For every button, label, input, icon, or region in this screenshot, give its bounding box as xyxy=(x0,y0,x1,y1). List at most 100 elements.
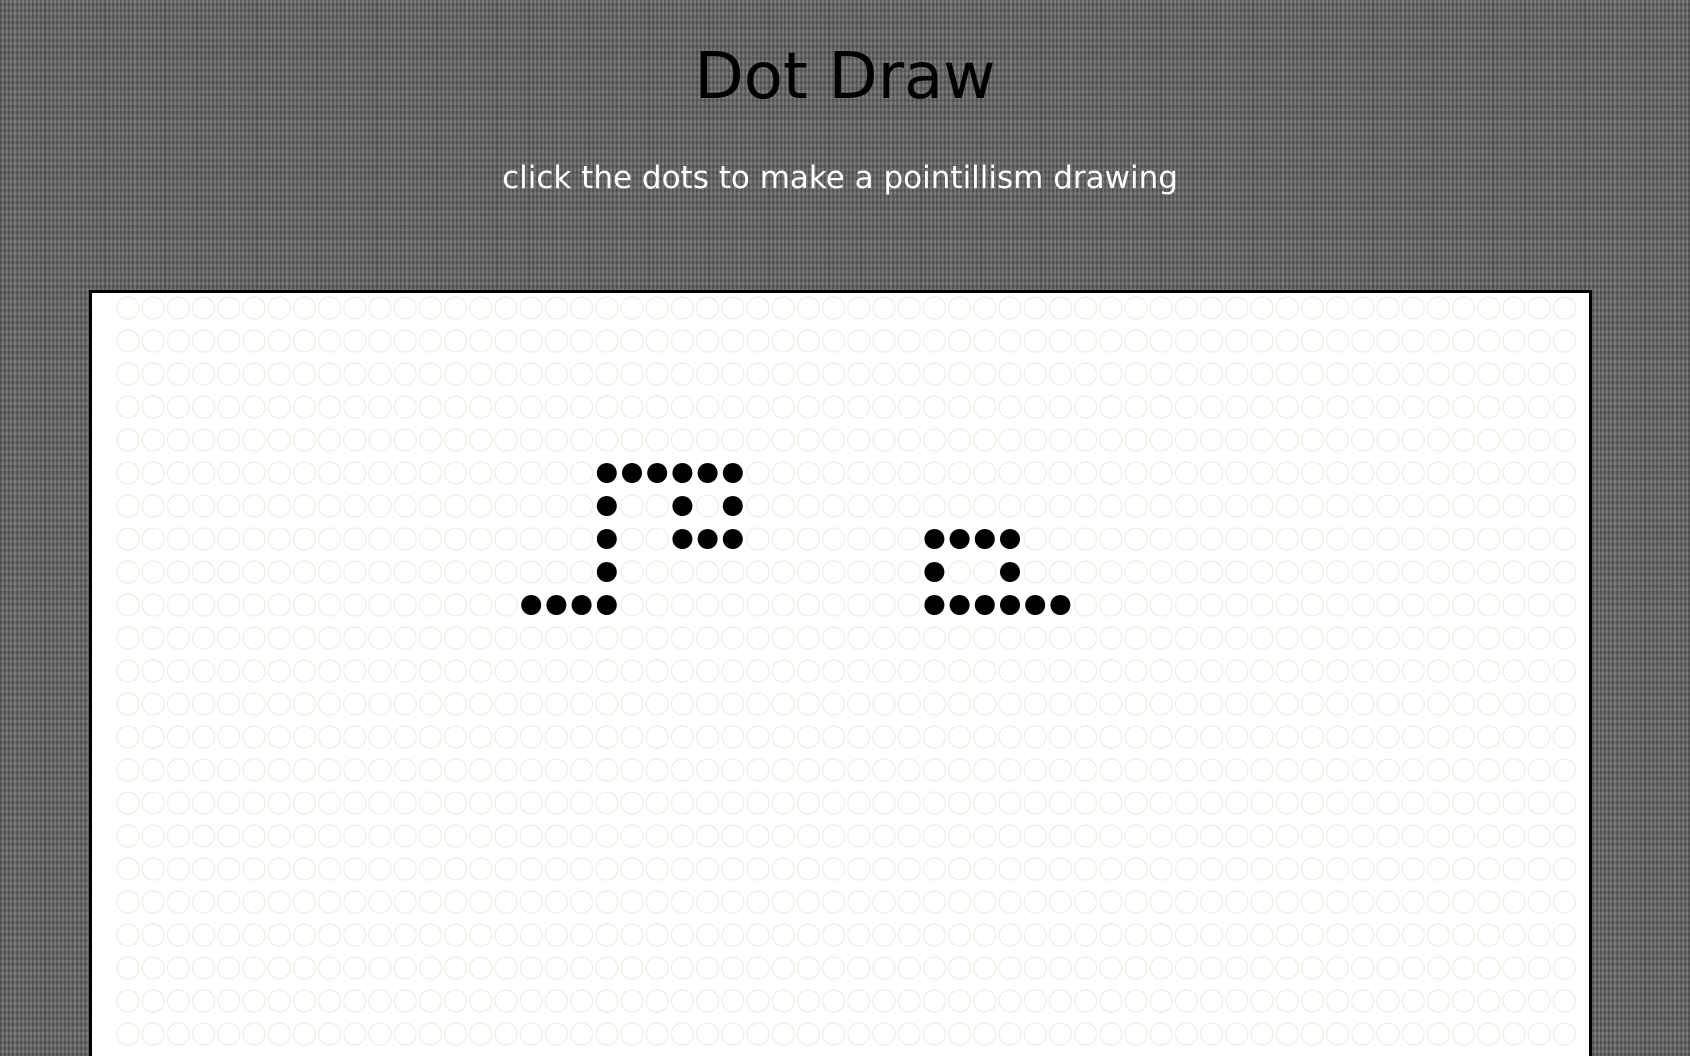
dot-empty[interactable] xyxy=(318,296,342,320)
dot-empty[interactable] xyxy=(645,593,669,617)
dot-empty[interactable] xyxy=(922,725,947,749)
dot-empty[interactable] xyxy=(1351,857,1375,881)
dot-empty[interactable] xyxy=(191,560,216,584)
dot-empty[interactable] xyxy=(1451,560,1476,584)
dot-empty[interactable] xyxy=(973,923,997,947)
dot-filled[interactable] xyxy=(596,496,617,516)
dot-empty[interactable] xyxy=(1502,395,1526,419)
dot-empty[interactable] xyxy=(796,560,821,584)
dot-empty[interactable] xyxy=(393,494,417,518)
dot-empty[interactable] xyxy=(141,527,165,551)
dot-empty[interactable] xyxy=(267,758,291,782)
dot-empty[interactable] xyxy=(116,593,140,617)
dot-empty[interactable] xyxy=(141,560,165,584)
dot-empty[interactable] xyxy=(670,296,695,320)
dot-empty[interactable] xyxy=(1527,329,1551,353)
dot-empty[interactable] xyxy=(292,560,316,584)
dot-empty[interactable] xyxy=(1552,989,1577,1013)
dot-empty[interactable] xyxy=(494,824,518,848)
dot-empty[interactable] xyxy=(872,692,896,716)
dot-empty[interactable] xyxy=(872,1022,896,1046)
dot-empty[interactable] xyxy=(695,890,720,914)
dot-filled[interactable] xyxy=(722,496,743,516)
dot-empty[interactable] xyxy=(821,362,846,386)
dot-empty[interactable] xyxy=(796,857,821,881)
dot-empty[interactable] xyxy=(821,725,846,749)
dot-empty[interactable] xyxy=(1048,725,1073,749)
dot-empty[interactable] xyxy=(393,593,417,617)
dot-empty[interactable] xyxy=(1552,560,1577,584)
dot-empty[interactable] xyxy=(242,395,266,419)
dot-empty[interactable] xyxy=(544,956,568,980)
dot-empty[interactable] xyxy=(1376,428,1400,452)
dot-empty[interactable] xyxy=(1124,824,1148,848)
dot-empty[interactable] xyxy=(1250,923,1274,947)
dot-empty[interactable] xyxy=(1124,692,1148,716)
dot-empty[interactable] xyxy=(821,329,846,353)
dot-empty[interactable] xyxy=(191,494,216,518)
dot-empty[interactable] xyxy=(771,692,795,716)
dot-empty[interactable] xyxy=(1426,527,1451,551)
dot-empty[interactable] xyxy=(1552,923,1577,947)
dot-empty[interactable] xyxy=(922,989,947,1013)
dot-empty[interactable] xyxy=(998,824,1022,848)
dot-empty[interactable] xyxy=(1426,593,1451,617)
dot-empty[interactable] xyxy=(318,494,342,518)
dot-empty[interactable] xyxy=(217,494,241,518)
dot-empty[interactable] xyxy=(1149,560,1173,584)
dot-empty[interactable] xyxy=(191,1022,216,1046)
dot-empty[interactable] xyxy=(267,494,291,518)
dot-empty[interactable] xyxy=(393,857,417,881)
dot-empty[interactable] xyxy=(1527,791,1551,815)
dot-empty[interactable] xyxy=(1477,989,1501,1013)
dot-empty[interactable] xyxy=(292,626,316,650)
dot-empty[interactable] xyxy=(519,923,543,947)
dot-empty[interactable] xyxy=(897,461,921,485)
dot-empty[interactable] xyxy=(519,296,543,320)
dot-empty[interactable] xyxy=(1451,626,1476,650)
dot-empty[interactable] xyxy=(620,626,644,650)
dot-empty[interactable] xyxy=(1023,626,1047,650)
dot-empty[interactable] xyxy=(1351,923,1375,947)
dot-empty[interactable] xyxy=(897,725,921,749)
dot-empty[interactable] xyxy=(544,692,568,716)
dot-empty[interactable] xyxy=(1048,527,1073,551)
dot-empty[interactable] xyxy=(620,428,644,452)
dot-empty[interactable] xyxy=(821,494,846,518)
dot-empty[interactable] xyxy=(444,362,468,386)
dot-empty[interactable] xyxy=(141,824,165,848)
dot-empty[interactable] xyxy=(444,329,468,353)
dot-empty[interactable] xyxy=(998,296,1022,320)
dot-empty[interactable] xyxy=(267,461,291,485)
dot-empty[interactable] xyxy=(116,659,140,683)
dot-empty[interactable] xyxy=(670,824,695,848)
dot-empty[interactable] xyxy=(1199,857,1224,881)
dot-empty[interactable] xyxy=(1225,560,1249,584)
dot-empty[interactable] xyxy=(519,362,543,386)
dot-empty[interactable] xyxy=(645,692,669,716)
dot-empty[interactable] xyxy=(1250,494,1274,518)
dot-empty[interactable] xyxy=(368,626,392,650)
dot-empty[interactable] xyxy=(821,989,846,1013)
dot-empty[interactable] xyxy=(771,494,795,518)
dot-empty[interactable] xyxy=(242,989,266,1013)
dot-empty[interactable] xyxy=(1502,989,1526,1013)
dot-empty[interactable] xyxy=(1174,1022,1199,1046)
dot-empty[interactable] xyxy=(1174,461,1199,485)
dot-filled[interactable] xyxy=(596,595,617,615)
dot-empty[interactable] xyxy=(670,989,695,1013)
dot-empty[interactable] xyxy=(746,395,770,419)
dot-empty[interactable] xyxy=(141,791,165,815)
dot-empty[interactable] xyxy=(166,659,191,683)
dot-empty[interactable] xyxy=(444,923,468,947)
dot-empty[interactable] xyxy=(292,824,316,848)
dot-empty[interactable] xyxy=(1225,857,1249,881)
dot-empty[interactable] xyxy=(393,956,417,980)
dot-empty[interactable] xyxy=(1502,791,1526,815)
dot-empty[interactable] xyxy=(821,461,846,485)
dot-empty[interactable] xyxy=(1149,362,1173,386)
dot-empty[interactable] xyxy=(695,956,720,980)
dot-empty[interactable] xyxy=(469,395,493,419)
dot-empty[interactable] xyxy=(595,395,619,419)
dot-empty[interactable] xyxy=(469,1022,493,1046)
